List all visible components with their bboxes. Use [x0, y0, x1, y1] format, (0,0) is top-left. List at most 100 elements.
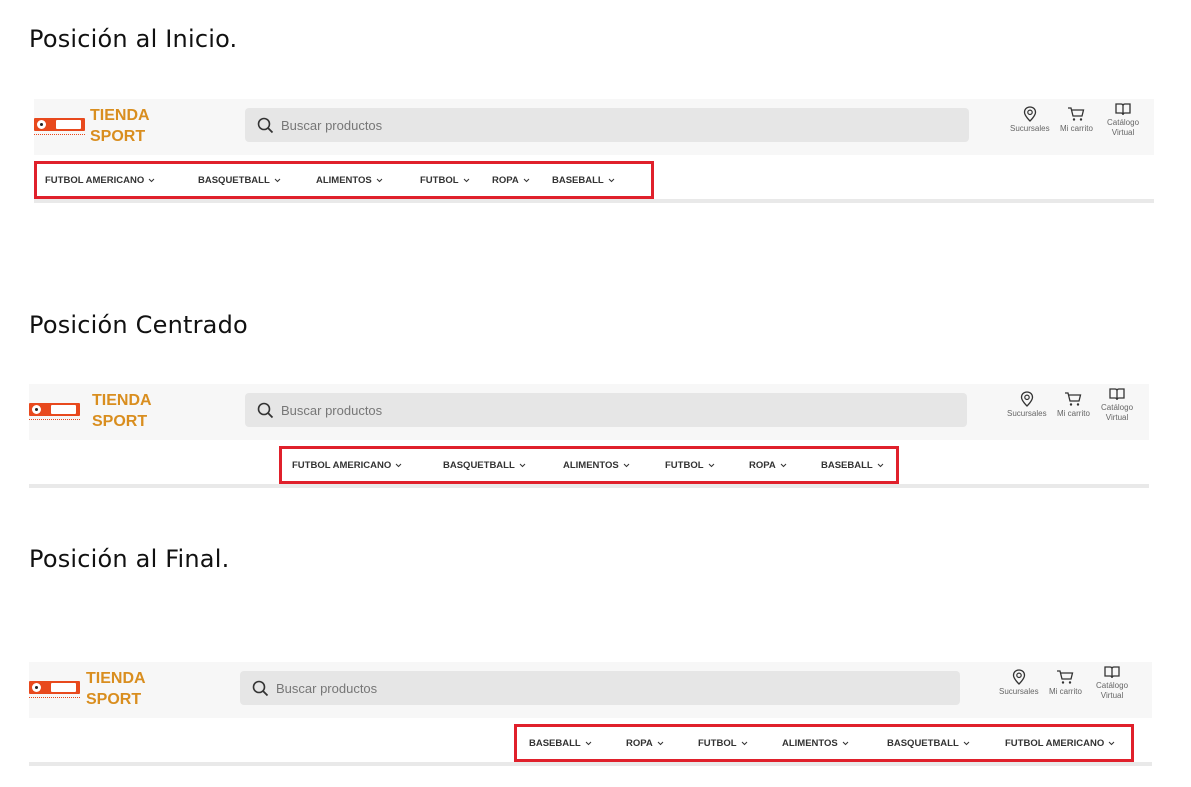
chevron-down-icon — [842, 741, 849, 745]
header-topbar: TIENDA SPORT Sucursales Mi carrito Catál… — [29, 384, 1149, 440]
store-logo[interactable] — [29, 681, 80, 694]
stores-link[interactable]: Sucursales — [999, 669, 1039, 697]
nav-item[interactable]: FUTBOL — [698, 738, 782, 749]
nav-item-label: FUTBOL AMERICANO — [1005, 737, 1105, 749]
category-menu: FUTBOL AMERICANO BASQUETBALL ALIMENTOS F… — [279, 446, 899, 484]
store-logo[interactable] — [34, 118, 85, 131]
nav-item[interactable]: ROPA — [749, 460, 821, 471]
cart-link[interactable]: Mi carrito — [1049, 669, 1082, 697]
chevron-down-icon — [963, 741, 970, 745]
nav-item[interactable]: BASEBALL — [529, 738, 626, 749]
cart-label: Mi carrito — [1049, 687, 1082, 696]
nav-item[interactable]: ALIMENTOS — [316, 175, 420, 186]
nav-item-label: FUTBOL — [420, 174, 459, 186]
nav-item[interactable]: FUTBOL — [420, 175, 492, 186]
cart-link[interactable]: Mi carrito — [1060, 106, 1093, 134]
catalog-label-2: Virtual — [1100, 691, 1124, 700]
cart-icon — [1068, 107, 1085, 121]
section-heading: Posición Centrado — [29, 311, 248, 339]
search-bar[interactable] — [245, 108, 969, 142]
catalog-link[interactable]: Catálogo Virtual — [1096, 665, 1128, 701]
brand-name[interactable]: TIENDA SPORT — [86, 668, 146, 710]
chevron-down-icon — [608, 178, 615, 182]
search-icon — [252, 680, 269, 697]
catalog-label-1: Catálogo — [1096, 681, 1129, 690]
chevron-down-icon — [523, 178, 530, 182]
stores-label: Sucursales — [1007, 409, 1047, 418]
nav-item[interactable]: FUTBOL AMERICANO — [1005, 738, 1115, 749]
chevron-down-icon — [376, 178, 383, 182]
nav-item[interactable]: BASQUETBALL — [443, 460, 563, 471]
brand-line-1: TIENDA — [90, 107, 150, 124]
nav-item-label: FUTBOL AMERICANO — [45, 174, 145, 186]
nav-item-label: BASEBALL — [529, 737, 581, 749]
nav-item[interactable]: ROPA — [492, 175, 552, 186]
catalog-label-1: Catálogo — [1101, 403, 1134, 412]
open-book-icon — [1115, 103, 1131, 116]
cart-icon — [1065, 392, 1082, 406]
site-header: TIENDA SPORT Sucursales Mi carrito Catál… — [34, 99, 1154, 203]
nav-item-label: FUTBOL AMERICANO — [292, 459, 392, 471]
cart-link[interactable]: Mi carrito — [1057, 391, 1090, 419]
location-pin-icon — [1020, 391, 1033, 407]
nav-item-label: BASQUETBALL — [887, 737, 959, 749]
chevron-down-icon — [877, 463, 884, 467]
stores-link[interactable]: Sucursales — [1010, 106, 1050, 134]
nav-item-label: FUTBOL — [665, 459, 704, 471]
search-input[interactable] — [281, 393, 681, 427]
chevron-down-icon — [741, 741, 747, 745]
catalog-label-2: Virtual — [1111, 128, 1135, 137]
brand-line-1: TIENDA — [92, 392, 152, 409]
brand-name[interactable]: TIENDA SPORT — [92, 390, 152, 432]
nav-item-label: ALIMENTOS — [316, 174, 372, 186]
chevron-down-icon — [463, 178, 469, 182]
search-input[interactable] — [281, 108, 681, 142]
nav-item[interactable]: BASEBALL — [552, 175, 615, 186]
brand-line-2: SPORT — [92, 413, 148, 430]
chevron-down-icon — [519, 463, 526, 467]
cart-label: Mi carrito — [1060, 124, 1093, 133]
nav-item[interactable]: FUTBOL AMERICANO — [45, 175, 198, 186]
chevron-down-icon — [623, 463, 630, 467]
chevron-down-icon — [1108, 741, 1115, 745]
chevron-down-icon — [148, 178, 155, 182]
search-icon — [257, 402, 274, 419]
category-menu: BASEBALL ROPA FUTBOL ALIMENTOS BASQUETBA… — [514, 724, 1134, 762]
nav-item[interactable]: BASEBALL — [821, 460, 884, 471]
search-bar[interactable] — [245, 393, 967, 427]
catalog-label-1: Catálogo — [1107, 118, 1140, 127]
nav-item[interactable]: FUTBOL — [665, 460, 749, 471]
nav-item[interactable]: BASQUETBALL — [198, 175, 316, 186]
section-heading: Posición al Final. — [29, 545, 230, 573]
nav-item-label: FUTBOL — [698, 737, 737, 749]
store-logo[interactable] — [29, 403, 80, 416]
header-topbar: TIENDA SPORT Sucursales Mi carrito Catál… — [29, 662, 1152, 718]
stores-link[interactable]: Sucursales — [1007, 391, 1047, 419]
header-divider — [34, 199, 1154, 203]
nav-item[interactable]: ALIMENTOS — [563, 460, 665, 471]
cart-icon — [1057, 670, 1074, 684]
nav-item[interactable]: BASQUETBALL — [887, 738, 1005, 749]
search-input[interactable] — [276, 671, 676, 705]
nav-item-label: ROPA — [626, 737, 653, 749]
brand-line-2: SPORT — [90, 128, 146, 145]
brand-line-1: TIENDA — [86, 670, 146, 687]
nav-item[interactable]: ROPA — [626, 738, 698, 749]
nav-item[interactable]: FUTBOL AMERICANO — [292, 460, 443, 471]
chevron-down-icon — [585, 741, 592, 745]
header-topbar: TIENDA SPORT Sucursales Mi carrito Catál… — [34, 99, 1154, 155]
nav-item[interactable]: ALIMENTOS — [782, 738, 887, 749]
chevron-down-icon — [395, 463, 402, 467]
chevron-down-icon — [657, 741, 664, 745]
open-book-icon — [1109, 388, 1125, 401]
chevron-down-icon — [780, 463, 787, 467]
nav-item-label: ROPA — [492, 174, 519, 186]
catalog-link[interactable]: Catálogo Virtual — [1101, 387, 1133, 423]
catalog-link[interactable]: Catálogo Virtual — [1107, 102, 1139, 138]
site-header: TIENDA SPORT Sucursales Mi carrito Catál… — [29, 662, 1152, 766]
nav-item-label: ALIMENTOS — [563, 459, 619, 471]
search-bar[interactable] — [240, 671, 960, 705]
brand-name[interactable]: TIENDA SPORT — [90, 105, 150, 147]
category-nav: FUTBOL AMERICANO BASQUETBALL ALIMENTOS F… — [29, 440, 1149, 484]
brand-line-2: SPORT — [86, 691, 142, 708]
